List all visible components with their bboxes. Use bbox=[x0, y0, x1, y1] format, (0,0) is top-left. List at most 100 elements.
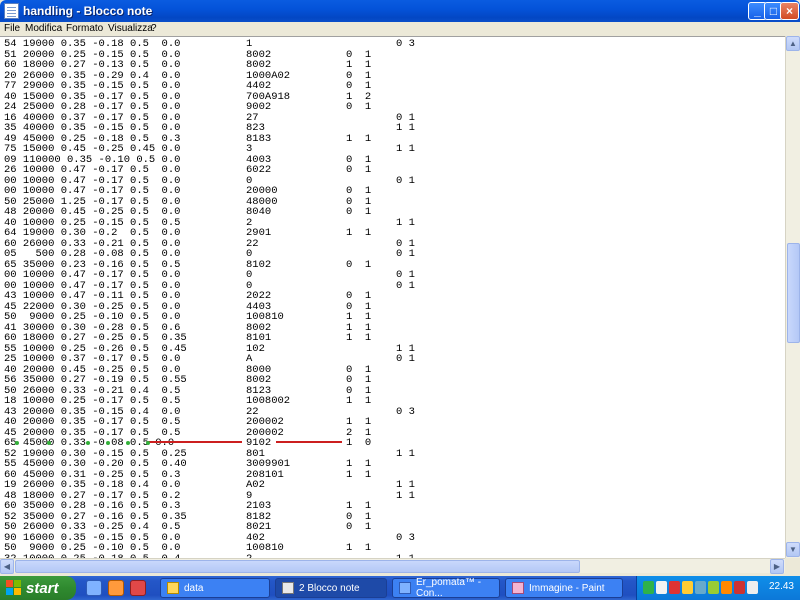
task-browser[interactable]: Er_pomata™ - Con... bbox=[392, 577, 500, 599]
text-field: 9002 bbox=[246, 101, 272, 113]
scroll-corner bbox=[785, 558, 800, 573]
tray-icon[interactable] bbox=[747, 581, 758, 594]
text-field: 823 bbox=[246, 122, 265, 134]
tray-icon[interactable] bbox=[643, 581, 654, 594]
green-dot-marker bbox=[126, 441, 130, 445]
text-field: A bbox=[246, 353, 253, 365]
text-field: 1 1 bbox=[346, 332, 372, 344]
ie-icon[interactable] bbox=[86, 580, 102, 596]
text-field: 1 bbox=[246, 38, 253, 50]
text-field: 05 500 0.28 -0.08 0.5 0.0 bbox=[4, 248, 181, 260]
text-field: 0 bbox=[246, 248, 253, 260]
scroll-left-arrow-icon[interactable]: ◀ bbox=[0, 559, 14, 574]
red-annotation-stroke bbox=[276, 441, 342, 443]
text-field: 1 1 bbox=[346, 311, 372, 323]
text-field: 1 1 bbox=[396, 216, 415, 229]
vertical-scrollbar[interactable]: ▲ ▼ bbox=[785, 36, 800, 558]
text-field: 48 20000 0.45 -0.25 0.5 0.0 bbox=[4, 206, 181, 218]
text-field: 60 18000 0.27 -0.25 0.5 0.35 bbox=[4, 332, 187, 344]
text-field: 1 1 bbox=[346, 500, 372, 512]
tray-icon[interactable] bbox=[656, 581, 667, 594]
text-field: 0 bbox=[246, 269, 253, 281]
scroll-down-arrow-icon[interactable]: ▼ bbox=[786, 542, 800, 557]
text-field: 0 1 bbox=[396, 269, 415, 281]
text-field: 24 25000 0.28 -0.17 0.5 0.0 bbox=[4, 101, 181, 113]
text-field: 1 1 bbox=[396, 447, 415, 460]
text-field: 1008002 bbox=[246, 395, 291, 407]
task-notepad[interactable]: 2 Blocco note bbox=[275, 578, 387, 598]
text-field: 1 0 bbox=[346, 437, 372, 449]
text-field: 0 1 bbox=[346, 185, 372, 197]
text-field: 00 10000 0.47 -0.17 0.5 0.0 bbox=[4, 185, 181, 197]
text-field: 8040 bbox=[246, 206, 272, 218]
menu-file[interactable]: File bbox=[4, 23, 20, 34]
window-title: handling - Blocco note bbox=[23, 4, 153, 18]
text-field: 6022 bbox=[246, 164, 272, 176]
scroll-right-arrow-icon[interactable]: ▶ bbox=[770, 559, 784, 574]
menu-visualizza[interactable]: Visualizza bbox=[108, 23, 153, 34]
text-field: 8002 bbox=[246, 374, 272, 386]
text-field: 100810 bbox=[246, 542, 284, 554]
start-label: start bbox=[26, 579, 59, 597]
text-field: 1 1 bbox=[346, 542, 372, 554]
text-field: 1 1 bbox=[396, 479, 415, 491]
tray-icon[interactable] bbox=[721, 581, 732, 594]
tray-icon[interactable] bbox=[708, 581, 719, 594]
start-button[interactable]: start bbox=[0, 576, 76, 600]
menu-help[interactable]: ? bbox=[151, 23, 157, 34]
text-field: 1 1 bbox=[346, 416, 372, 428]
text-field: 8101 bbox=[246, 332, 272, 344]
text-field: 0 1 bbox=[346, 206, 372, 218]
horizontal-scrollbar[interactable]: ◀ ▶ bbox=[0, 558, 785, 574]
text-field: 64 19000 0.30 -0.2 0.5 0.0 bbox=[4, 227, 181, 239]
text-field: 9102 bbox=[246, 437, 272, 449]
clock: 22.43 bbox=[768, 581, 794, 592]
task-paint[interactable]: Immagine - Paint bbox=[505, 578, 623, 598]
menu-modifica[interactable]: Modifica bbox=[25, 23, 62, 34]
media-icon[interactable] bbox=[130, 580, 146, 596]
text-field: 18 10000 0.25 -0.17 0.5 0.5 bbox=[4, 395, 181, 407]
text-field: 4402 bbox=[246, 80, 272, 92]
windows-flag-icon bbox=[6, 580, 22, 596]
tray-icon[interactable] bbox=[695, 581, 706, 594]
title-bar[interactable]: handling - Blocco note _ □ × bbox=[0, 0, 800, 22]
tray-icon[interactable] bbox=[669, 581, 680, 594]
task-label: Immagine - Paint bbox=[529, 582, 605, 594]
task-label: 2 Blocco note bbox=[299, 582, 360, 594]
text-field: 25 10000 0.37 -0.17 0.5 0.0 bbox=[4, 353, 181, 365]
text-field: 2103 bbox=[246, 500, 272, 512]
scroll-up-arrow-icon[interactable]: ▲ bbox=[786, 36, 800, 51]
tray-icon[interactable] bbox=[734, 581, 745, 594]
text-field: 2022 bbox=[246, 290, 272, 302]
tray-icon[interactable] bbox=[682, 581, 693, 594]
text-field: 50 9000 0.25 -0.10 0.5 0.0 bbox=[4, 311, 181, 323]
text-field: 0 1 bbox=[346, 521, 372, 533]
system-tray: 22.43 bbox=[636, 576, 800, 600]
text-field: 8002 bbox=[246, 59, 272, 71]
menu-formato[interactable]: Formato bbox=[66, 23, 103, 34]
text-field: 0 1 bbox=[396, 279, 415, 292]
text-field: 75 15000 0.45 -0.25 0.45 0.0 bbox=[4, 143, 181, 155]
task-data[interactable]: data bbox=[160, 578, 270, 598]
text-field: 1 1 bbox=[346, 227, 372, 239]
vertical-scroll-thumb[interactable] bbox=[787, 243, 800, 343]
browser-icon bbox=[399, 582, 411, 594]
text-field: 1 1 bbox=[346, 132, 372, 145]
text-field: 60 18000 0.27 -0.13 0.5 0.0 bbox=[4, 59, 181, 71]
folder-icon bbox=[167, 582, 179, 594]
text-field: 50 9000 0.25 -0.10 0.5 0.0 bbox=[4, 542, 181, 554]
text-field: 54 19000 0.35 -0.18 0.5 0.0 bbox=[4, 38, 181, 50]
paint-icon bbox=[512, 582, 524, 594]
horizontal-scroll-thumb[interactable] bbox=[15, 560, 580, 573]
quick-launch bbox=[86, 580, 146, 596]
taskbar: start data 2 Blocco note Er_pomata™ - Co… bbox=[0, 576, 800, 600]
firefox-icon[interactable] bbox=[108, 580, 124, 596]
text-field: 55 45000 0.30 -0.20 0.5 0.40 bbox=[4, 458, 187, 470]
close-button[interactable]: × bbox=[780, 2, 799, 20]
text-field: 40 20000 0.35 -0.17 0.5 0.5 bbox=[4, 416, 181, 428]
text-editor[interactable]: 54 19000 0.35 -0.18 0.5 0.0 1 0 3 51 20000 … bbox=[0, 36, 785, 558]
text-field: 1 1 bbox=[346, 458, 372, 470]
text-field: A02 bbox=[246, 479, 265, 491]
text-field: 0 3 bbox=[396, 405, 415, 418]
text-field: 200002 bbox=[246, 416, 284, 428]
